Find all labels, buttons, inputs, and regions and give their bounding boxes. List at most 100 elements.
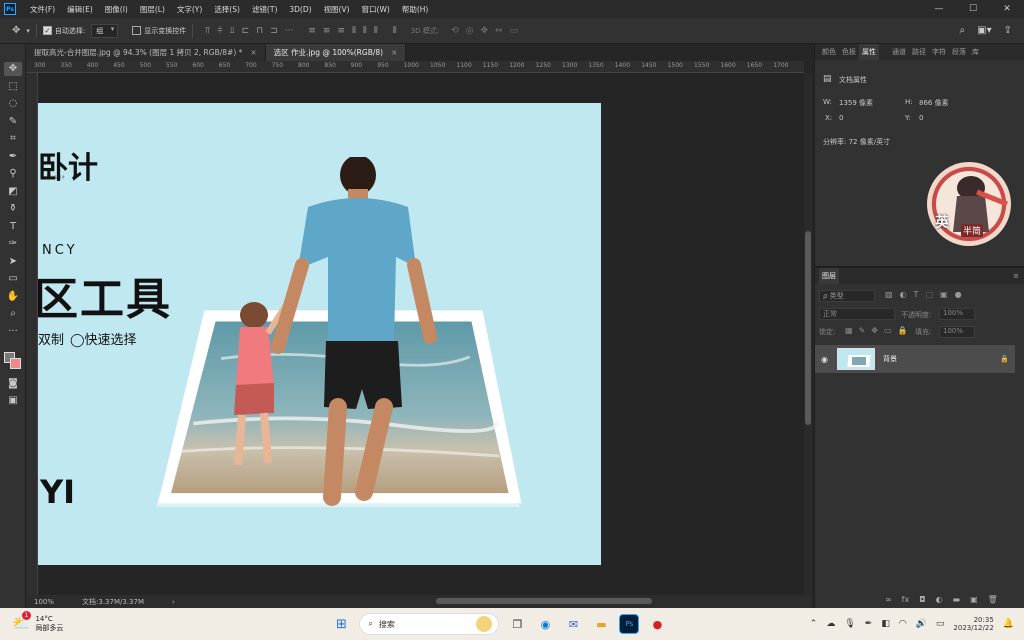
- task-view-icon[interactable]: ❐: [507, 614, 527, 634]
- delete-layer-icon[interactable]: 🗑: [988, 595, 998, 604]
- blend-mode-dropdown[interactable]: 正常: [819, 308, 895, 320]
- vertical-scrollbar[interactable]: [804, 73, 812, 595]
- opacity-input[interactable]: 100%: [939, 308, 975, 320]
- tab-color[interactable]: 颜色: [819, 47, 839, 57]
- scroll-thumb[interactable]: [805, 231, 811, 425]
- move-tool-icon[interactable]: ✥: [12, 25, 20, 36]
- align-top-icon[interactable]: ⫪: [205, 26, 210, 36]
- move-tool-icon[interactable]: ✥: [4, 62, 22, 76]
- tab-document-1[interactable]: 提取高光-合并图层.jpg @ 94.3% (图层 1 拷贝 2, RGB/8#…: [26, 44, 266, 61]
- menu-3d[interactable]: 3D(D): [283, 5, 317, 14]
- distribute-top-icon[interactable]: ≡: [308, 26, 316, 36]
- filter-shape-icon[interactable]: ⬚: [925, 290, 933, 299]
- show-transform-checkbox[interactable]: 显示变换控件: [132, 26, 186, 36]
- close-icon[interactable]: ×: [391, 48, 397, 57]
- quick-select-tool-icon[interactable]: ✎: [4, 115, 22, 129]
- adjustment-layer-icon[interactable]: ◐: [936, 595, 943, 604]
- taskbar-search[interactable]: ⌕ 搜索: [359, 613, 500, 635]
- type-tool-icon[interactable]: T: [4, 220, 22, 234]
- more-tools-icon[interactable]: ···: [4, 325, 22, 339]
- lock-paint-icon[interactable]: ✎: [859, 326, 866, 335]
- file-explorer-icon[interactable]: ▬: [591, 614, 611, 634]
- 3d-roll-icon[interactable]: ◎: [466, 26, 474, 36]
- fill-input[interactable]: 100%: [939, 326, 975, 338]
- align-bottom-icon[interactable]: ⫫: [230, 26, 235, 36]
- menu-view[interactable]: 视图(V): [318, 4, 356, 15]
- weather-widget[interactable]: ⛅ 1 14°C 局部多云: [12, 611, 63, 633]
- y-value[interactable]: 0: [919, 114, 923, 122]
- 3d-scale-icon[interactable]: ▭: [510, 26, 519, 36]
- dodge-tool-icon[interactable]: ⚱: [4, 202, 22, 216]
- tab-channels[interactable]: 通道: [889, 47, 909, 57]
- filter-smart-icon[interactable]: ▣: [940, 290, 948, 299]
- lock-position-icon[interactable]: ✥: [871, 326, 878, 335]
- menu-layer[interactable]: 图层(L): [134, 4, 171, 15]
- menu-image[interactable]: 图像(I): [99, 4, 134, 15]
- path-select-tool-icon[interactable]: ➤: [4, 255, 22, 269]
- layer-style-icon[interactable]: fx: [902, 595, 910, 604]
- photoshop-taskbar-icon[interactable]: Ps: [619, 614, 640, 634]
- share-icon[interactable]: ⇪: [1004, 25, 1012, 36]
- background-color-swatch[interactable]: [10, 358, 21, 369]
- recorder-icon[interactable]: ●: [647, 614, 667, 634]
- app-tray-icon[interactable]: ◧: [881, 619, 890, 629]
- align-left-icon[interactable]: ⊏: [242, 26, 250, 36]
- height-value[interactable]: 866 像素: [919, 98, 949, 108]
- notification-icon[interactable]: 🔔: [1003, 619, 1014, 629]
- quick-mask-icon[interactable]: ◙: [4, 377, 22, 391]
- hand-tool-icon[interactable]: ✋: [4, 290, 22, 304]
- more-options-icon[interactable]: ···: [285, 26, 294, 36]
- lock-artboard-icon[interactable]: ▭: [884, 326, 892, 335]
- width-value[interactable]: 1359 像素: [839, 98, 873, 108]
- align-hcenter-icon[interactable]: ⊓: [256, 26, 263, 36]
- menu-window[interactable]: 窗口(W): [356, 4, 396, 15]
- canvas-area[interactable]: 卧计 设 计 品 设 计 NCY 区工具 双制 ◯快速选择 YI: [38, 73, 804, 595]
- maximize-button[interactable]: ☐: [956, 4, 990, 14]
- auto-select-checkbox[interactable]: ✓ 自动选择:: [42, 26, 85, 36]
- chevron-down-icon[interactable]: ▾: [26, 27, 30, 35]
- zoom-level[interactable]: 100%: [34, 598, 54, 606]
- panel-menu-icon[interactable]: ≡: [1013, 272, 1019, 280]
- 3d-pan-icon[interactable]: ✥: [480, 26, 488, 36]
- distribute-hcenter-icon[interactable]: ⦀: [363, 26, 367, 36]
- menu-type[interactable]: 文字(Y): [171, 4, 208, 15]
- crop-tool-icon[interactable]: ⌗: [4, 132, 22, 146]
- volume-icon[interactable]: 🔊: [916, 619, 927, 629]
- workspace-icon[interactable]: ▣▾: [977, 25, 991, 36]
- menu-select[interactable]: 选择(S): [208, 4, 246, 15]
- edge-browser-icon[interactable]: ◉: [535, 614, 555, 634]
- tab-document-2[interactable]: 选区 作业.jpg @ 100%(RGB/8) ×: [265, 44, 407, 61]
- distribute-right-icon[interactable]: ⦀: [374, 26, 378, 36]
- x-value[interactable]: 0: [839, 114, 843, 122]
- layer-row-background[interactable]: ◉ 背景 🔒: [815, 345, 1015, 373]
- pen-icon[interactable]: ✒: [865, 619, 873, 629]
- new-layer-icon[interactable]: ▣: [970, 595, 978, 604]
- artboard[interactable]: 卧计 设 计 品 设 计 NCY 区工具 双制 ◯快速选择 YI: [38, 103, 601, 565]
- stamp-tool-icon[interactable]: ⚲: [4, 167, 22, 181]
- tab-swatches[interactable]: 色板: [839, 47, 859, 57]
- close-icon[interactable]: ×: [250, 48, 256, 57]
- distribute-left-icon[interactable]: ⦀: [352, 26, 356, 36]
- horizontal-scroll-thumb[interactable]: [436, 598, 652, 604]
- clock[interactable]: 20:35 2023/12/22: [953, 616, 993, 632]
- filter-pixel-icon[interactable]: ▨: [885, 290, 893, 299]
- distribute-bottom-icon[interactable]: ≡: [337, 26, 345, 36]
- align-right-icon[interactable]: ⊐: [270, 26, 278, 36]
- align-vcenter-icon[interactable]: ⫩: [217, 26, 222, 36]
- tab-properties[interactable]: 属性: [859, 44, 879, 60]
- lock-all-icon[interactable]: 🔒: [898, 326, 908, 335]
- menu-edit[interactable]: 编辑(E): [61, 4, 99, 15]
- pen-tool-icon[interactable]: ✑: [4, 237, 22, 251]
- search-icon[interactable]: ⌕: [960, 25, 966, 36]
- eraser-tool-icon[interactable]: ◩: [4, 185, 22, 199]
- filter-adjust-icon[interactable]: ◐: [900, 290, 907, 299]
- windows-start-icon[interactable]: ⊞: [331, 614, 351, 634]
- cloud-icon[interactable]: ☁: [826, 619, 835, 629]
- tab-paragraph[interactable]: 段落: [949, 47, 969, 57]
- auto-align-icon[interactable]: ⫴: [393, 26, 397, 36]
- filter-type-icon[interactable]: T: [914, 290, 919, 299]
- 3d-orbit-icon[interactable]: ⟲: [451, 26, 459, 36]
- tab-paths[interactable]: 路径: [909, 47, 929, 57]
- microphone-icon[interactable]: 🎙: [844, 619, 855, 629]
- mail-app-icon[interactable]: ✉: [563, 614, 583, 634]
